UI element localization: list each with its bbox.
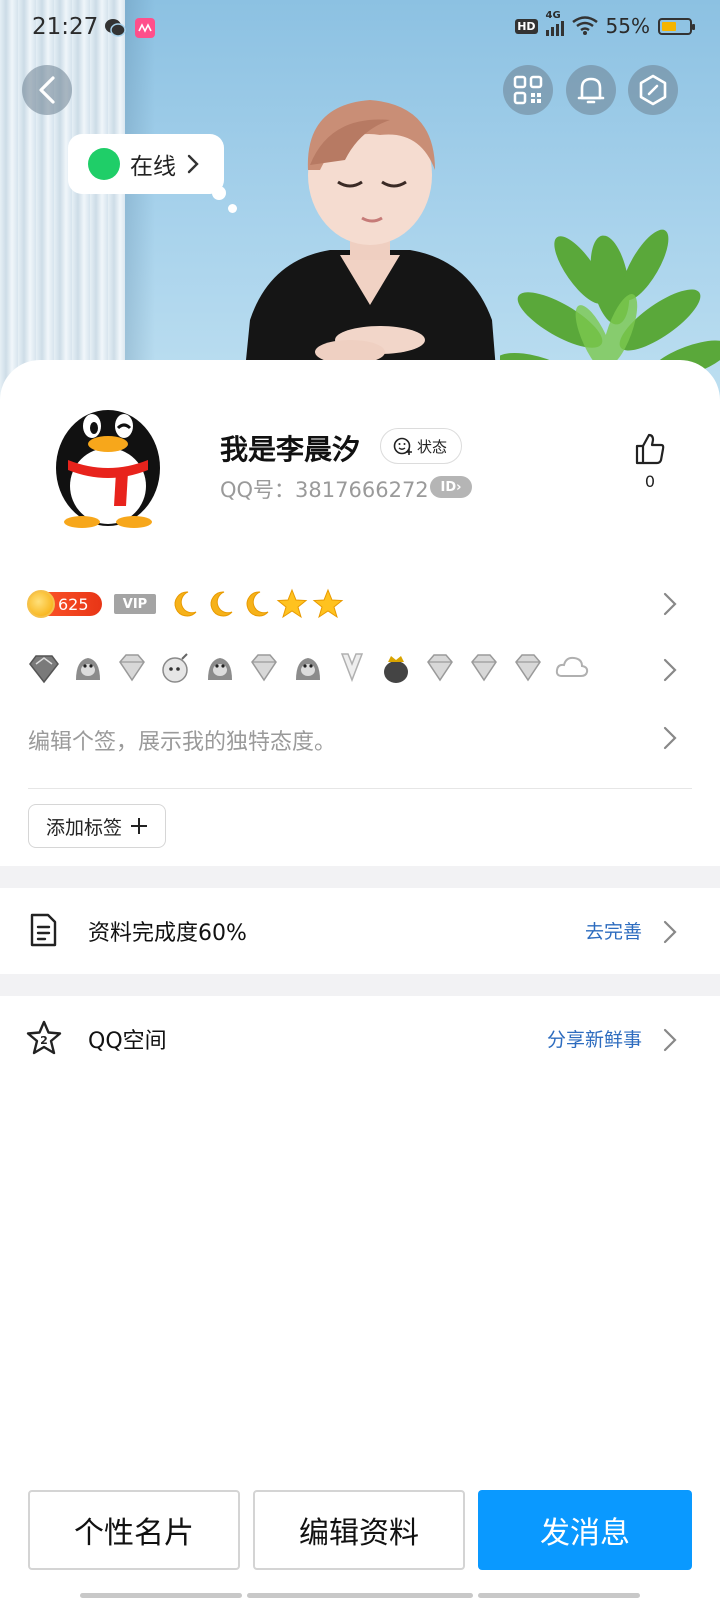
qzone-label: QQ空间 [88,1029,167,1054]
moon-icon [210,591,233,617]
curtain-decoration [0,0,125,420]
chevron-right-icon [663,726,677,750]
diamond-badge-icon [427,654,453,682]
plus-icon [131,818,147,834]
bomb-badge-icon [162,653,188,683]
gesture-bar [478,1593,640,1598]
status-bar: 21:27 HD 4G 55% [0,0,720,58]
complete-profile-link[interactable]: 去完善 [585,917,642,944]
completion-label: 资料完成度60% [88,921,247,946]
notification-button[interactable] [566,65,616,115]
add-tag-label: 添加标签 [45,816,122,839]
add-tag-button[interactable]: 添加标签 [28,804,166,848]
profile-cover[interactable] [0,0,720,420]
hd-icon: HD [515,18,538,34]
battery-icon [658,17,695,35]
chevron-right-icon [663,658,677,682]
moon-icon [174,591,197,617]
status-button-label: 状态 [417,437,448,456]
penguin-badge-icon [76,658,100,680]
hexagon-settings-icon [639,74,667,106]
signature-row[interactable]: 编辑个签，展示我的独特态度。 [0,718,720,762]
chevron-right-icon [663,1028,677,1052]
cloud-badge-icon [555,656,589,677]
chevron-left-icon [39,76,55,104]
moon-icon [246,591,269,617]
diamond-badge-icon [119,654,145,682]
qzone-row[interactable]: 2 QQ空间 分享新鲜事 [0,996,720,1082]
penguin-badge-icon [296,658,320,680]
crown-badge-icon [29,655,59,684]
profile-completion-row[interactable]: 资料完成度60% 去完善 [0,888,720,974]
music-app-icon [135,18,155,38]
signal-icon: 4G [545,10,564,36]
sun-coin-icon [27,590,55,618]
nickname: 我是李晨汐 [220,433,361,466]
wall-shadow [125,0,155,420]
star-icon [312,588,344,619]
share-news-link[interactable]: 分享新鲜事 [547,1025,642,1052]
badge-row[interactable] [0,650,720,700]
gesture-bar [247,1593,473,1598]
online-dot-icon [88,148,120,180]
edit-profile-button[interactable]: 编辑资料 [253,1490,465,1570]
crown-penguin-badge-icon [384,656,408,683]
send-message-button[interactable]: 发消息 [478,1490,692,1570]
divider [28,788,692,789]
status-button[interactable]: 状态 [380,428,463,464]
back-button[interactable] [22,65,72,115]
diamond-badge-icon [471,654,497,682]
settings-button[interactable] [628,65,678,115]
bubble-tail [212,186,226,200]
level-row[interactable]: 625 VIP [0,588,720,628]
smile-plus-icon [393,437,412,455]
star-icon [276,588,308,619]
qq-number: QQ号：3817666272 [220,478,429,502]
gesture-bar [80,1593,242,1598]
qr-code-button[interactable] [503,65,553,115]
qq-penguin-avatar[interactable] [48,388,168,528]
qid-badge[interactable]: ID › [430,476,472,498]
document-icon [30,913,57,947]
diamond-badge-icon [251,654,277,682]
bubble-tail [228,204,237,213]
chevron-right-icon [663,592,677,616]
like-button[interactable]: 0 [630,432,670,491]
svg-text:2: 2 [40,1034,48,1047]
chevron-right-icon [663,920,677,944]
vip-badge: VIP [114,594,156,614]
bell-icon [577,77,605,104]
signature-placeholder: 编辑个签，展示我的独特态度。 [28,730,337,755]
suit-badge-icon [340,653,364,683]
penguin-badge-icon [208,658,232,680]
diamond-badge-icon [515,654,541,682]
thumbs-up-icon [635,433,665,465]
battery-percent: 55% [605,14,650,38]
qr-code-icon [513,75,543,105]
online-status-bubble[interactable]: 在线 [68,134,224,194]
online-status-text: 在线 [130,154,176,180]
section-gap [0,974,720,996]
wechat-icon [105,19,126,37]
status-time: 21:27 [32,14,99,40]
wifi-icon [571,16,598,35]
section-gap [0,866,720,888]
qzone-star-icon: 2 [26,1020,62,1055]
chevron-right-icon [187,154,199,174]
like-count: 0 [644,472,656,491]
profile-card-button[interactable]: 个性名片 [28,1490,240,1570]
